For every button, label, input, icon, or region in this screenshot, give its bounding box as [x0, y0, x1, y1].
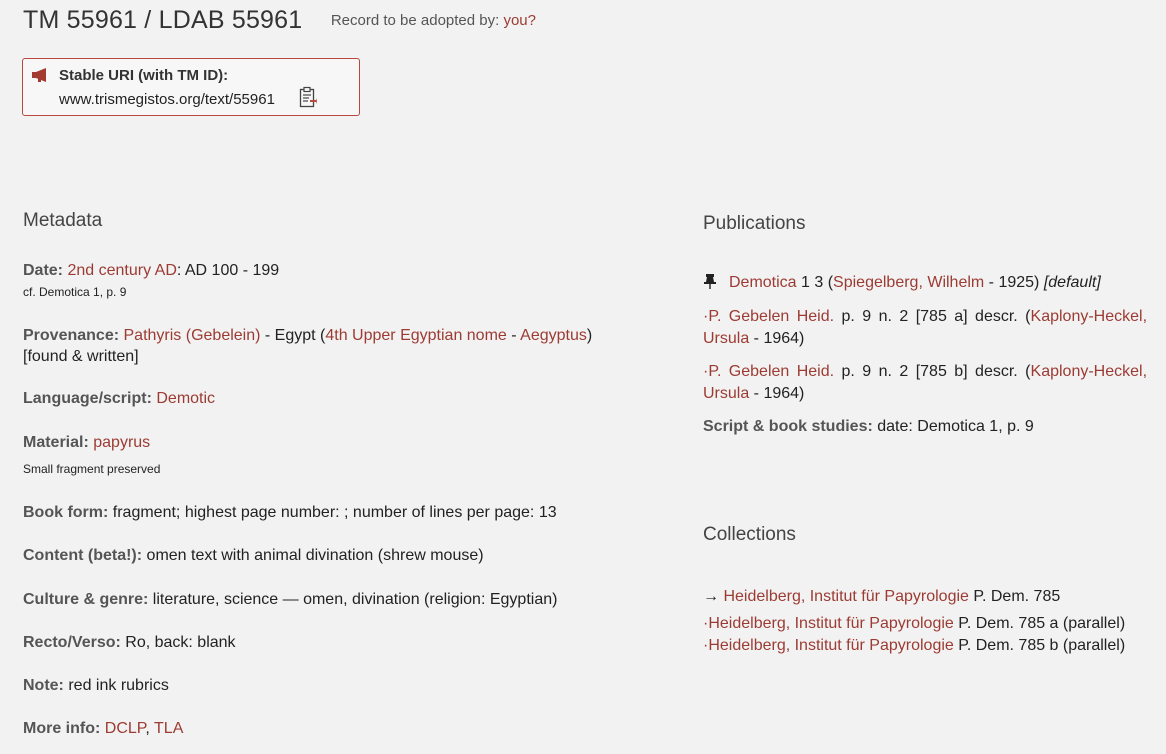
culture-field: Culture & genre: literature, science — o…: [23, 591, 558, 608]
publications-heading: Publications: [703, 213, 806, 234]
tla-link[interactable]: TLA: [154, 720, 183, 737]
note-field: Note: red ink rubrics: [23, 677, 169, 694]
material-field: Material: papyrus: [23, 434, 151, 451]
date-link[interactable]: 2nd century AD: [67, 262, 176, 279]
collection-item: ·Heidelberg, Institut für Papyrologie P.…: [703, 615, 1126, 632]
collection-item: → Heidelberg, Institut für Papyrologie P…: [703, 588, 1061, 605]
provenance-nome-link[interactable]: 4th Upper Egyptian nome: [325, 327, 506, 344]
stable-uri-value: www.trismegistos.org/text/55961: [59, 91, 275, 108]
collection-link[interactable]: Heidelberg, Institut für Papyrologie: [723, 588, 968, 605]
provenance-region-link[interactable]: Aegyptus: [520, 327, 587, 344]
megaphone-icon: [32, 68, 46, 82]
date-field: Date: 2nd century AD: AD 100 - 199: [23, 262, 280, 279]
metadata-heading: Metadata: [23, 210, 103, 231]
provenance-field: Provenance: Pathyris (Gebelein) - Egypt …: [23, 327, 593, 344]
record-header: TM 55961 / LDAB 55961 Record to be adopt…: [23, 6, 536, 35]
collection-link[interactable]: ·Heidelberg, Institut für Papyrologie: [703, 637, 954, 654]
provenance-place-link[interactable]: Pathyris (Gebelein): [124, 327, 261, 344]
collections-heading: Collections: [703, 524, 796, 545]
publication-link[interactable]: ·P. Gebelen Heid.: [703, 308, 834, 325]
script-studies-field: Script & book studies: date: Demotica 1,…: [703, 418, 1034, 435]
collection-link[interactable]: ·Heidelberg, Institut für Papyrologie: [703, 615, 954, 632]
default-tag: [default]: [1043, 274, 1101, 291]
adopt-link[interactable]: you?: [503, 12, 536, 29]
clipboard-icon[interactable]: [299, 86, 317, 108]
page-title: TM 55961 / LDAB 55961: [23, 6, 303, 34]
content-field: Content (beta!): omen text with animal d…: [23, 547, 484, 564]
book-form-field: Book form: fragment; highest page number…: [23, 504, 557, 521]
provenance-extra: [found & written]: [23, 348, 139, 365]
material-note: Small fragment preserved: [23, 462, 161, 476]
recto-verso-field: Recto/Verso: Ro, back: blank: [23, 634, 236, 651]
adopt-label: Record to be adopted by: you?: [330, 12, 536, 29]
collection-item: ·Heidelberg, Institut für Papyrologie P.…: [703, 637, 1126, 654]
dclp-link[interactable]: DCLP: [105, 720, 146, 737]
publication-item: ·P. Gebelen Heid. p. 9 n. 2 [785 b] desc…: [703, 363, 1148, 402]
material-link[interactable]: papyrus: [93, 434, 150, 451]
publication-link[interactable]: ·P. Gebelen Heid.: [703, 363, 834, 380]
stable-uri-box: Stable URI (with TM ID): www.trismegisto…: [22, 58, 360, 116]
stable-uri-label: Stable URI (with TM ID):: [59, 67, 229, 84]
language-field: Language/script: Demotic: [23, 390, 216, 407]
publication-link[interactable]: Demotica: [729, 274, 797, 291]
publication-item: Demotica 1 3 (Spiegelberg, Wilhelm - 192…: [703, 272, 1147, 294]
publication-item: ·P. Gebelen Heid. p. 9 n. 2 [785 a] desc…: [703, 308, 1148, 347]
language-link[interactable]: Demotic: [156, 390, 215, 407]
more-info-field: More info: DCLP, TLA: [23, 720, 184, 737]
pushpin-icon: [704, 274, 716, 289]
date-note: cf. Demotica 1, p. 9: [23, 285, 127, 299]
author-link[interactable]: Spiegelberg, Wilhelm: [833, 274, 984, 291]
